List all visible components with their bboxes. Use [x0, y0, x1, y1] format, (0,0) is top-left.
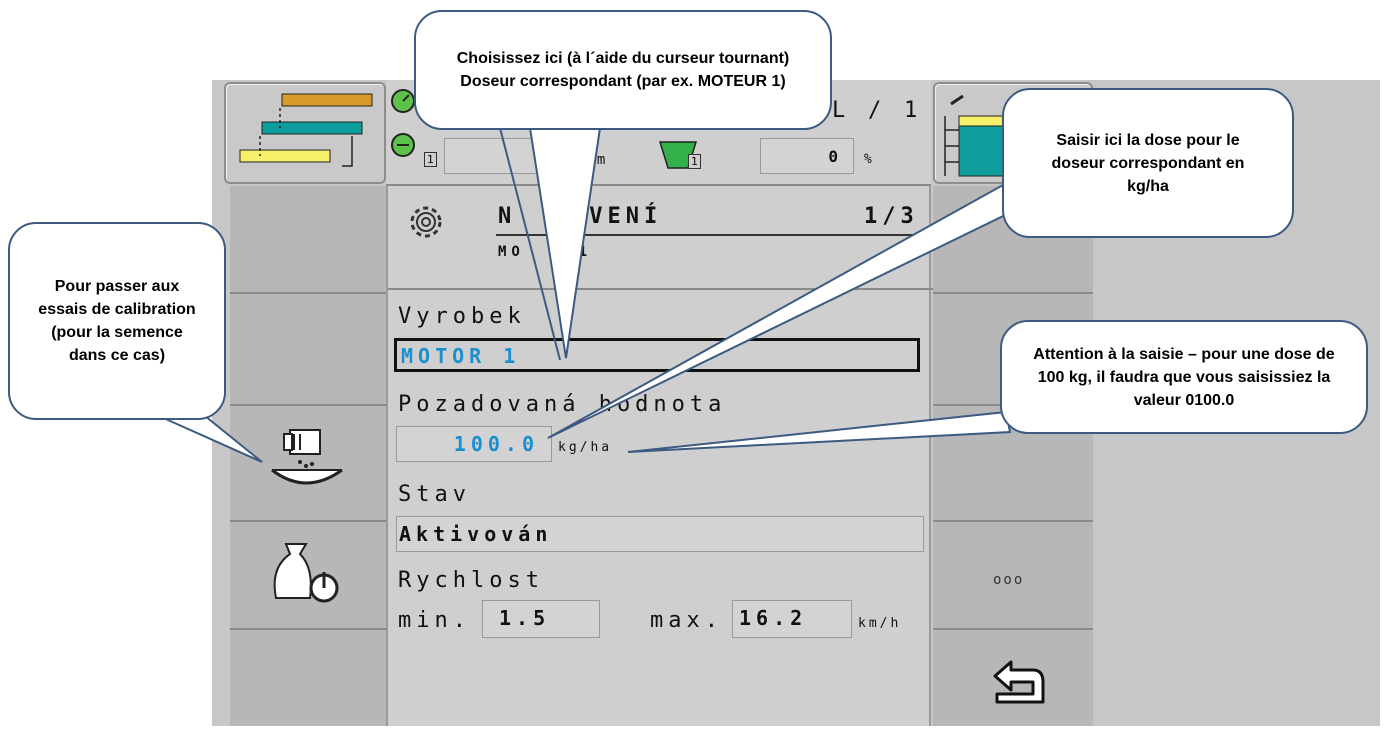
callout-attention: Attention à la saisie – pour une dose de… — [1000, 320, 1368, 434]
callout-calibration-text: Pour passer aux essais de calibration (p… — [38, 278, 196, 364]
callout-choose-dosing: Choisissez ici (à l´aide du curseur tour… — [414, 10, 832, 130]
callout-calibration: Pour passer aux essais de calibration (p… — [8, 222, 226, 420]
callout-enter-dose-text: Saisir ici la dose pour le doseur corres… — [1051, 131, 1245, 195]
callout-attention-text: Attention à la saisie – pour une dose de… — [1033, 345, 1335, 409]
callout-choose-dosing-text: Choisissez ici (à l´aide du curseur tour… — [456, 50, 790, 90]
callout-enter-dose: Saisir ici la dose pour le doseur corres… — [1002, 88, 1294, 238]
